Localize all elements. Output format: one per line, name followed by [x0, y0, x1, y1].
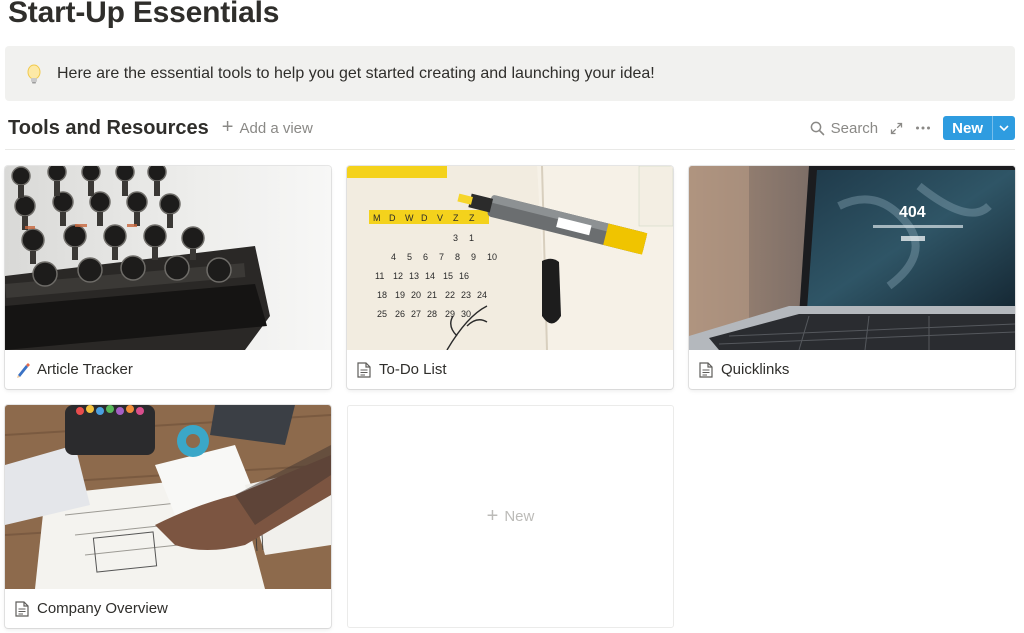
database-header: Tools and Resources + Add a view Search … — [8, 113, 1015, 143]
gallery-card-article-tracker[interactable]: Article Tracker — [5, 166, 331, 389]
svg-text:26: 26 — [395, 309, 405, 319]
svg-text:30: 30 — [461, 309, 471, 319]
header-divider — [5, 149, 1015, 150]
svg-text:11: 11 — [375, 271, 384, 281]
card-title-row: Company Overview — [15, 589, 168, 628]
card-cover-image — [5, 405, 331, 589]
callout[interactable]: Here are the essential tools to help you… — [5, 46, 1015, 101]
svg-text:29: 29 — [445, 309, 455, 319]
lightbulb-icon — [27, 64, 41, 83]
svg-text:D: D — [389, 213, 396, 223]
svg-text:28: 28 — [427, 309, 437, 319]
svg-text:3: 3 — [453, 233, 458, 243]
svg-text:D: D — [421, 213, 428, 223]
card-title-row: Article Tracker — [15, 350, 133, 389]
gallery-card-company-overview[interactable]: Company Overview — [5, 405, 331, 628]
svg-text:23: 23 — [461, 290, 471, 300]
plus-icon: + — [486, 504, 499, 527]
svg-text:V: V — [437, 213, 443, 223]
pen-icon — [15, 362, 31, 378]
svg-text:Z: Z — [469, 213, 475, 223]
new-button[interactable]: New — [943, 116, 1015, 140]
card-cover-image: MDWDVZZ 13 4 5 6 7 8 9 10 11 12 13 14 15 16 18 19 20 2… — [347, 166, 673, 350]
svg-text:16: 16 — [459, 271, 469, 281]
add-view-label: Add a view — [239, 119, 313, 137]
svg-text:M: M — [373, 213, 381, 223]
new-dropdown-button[interactable] — [992, 116, 1015, 140]
page-icon — [699, 361, 715, 378]
svg-text:Z: Z — [453, 213, 459, 223]
search-icon — [810, 121, 824, 135]
card-title-row: Quicklinks — [699, 350, 789, 389]
svg-text:6: 6 — [423, 252, 428, 262]
more-icon — [916, 126, 931, 130]
svg-text:7: 7 — [439, 252, 444, 262]
chevron-down-icon — [999, 125, 1009, 131]
svg-text:13: 13 — [409, 271, 419, 281]
svg-text:5: 5 — [407, 252, 412, 262]
svg-text:8: 8 — [455, 252, 460, 262]
card-title: To-Do List — [379, 361, 447, 378]
add-view-button[interactable]: + Add a view — [221, 116, 313, 138]
svg-text:19: 19 — [395, 290, 405, 300]
error-code-text: 404 — [899, 204, 926, 221]
card-title-row: To-Do List — [357, 350, 447, 389]
card-cover-image: 404 — [689, 166, 1015, 350]
database-title[interactable]: Tools and Resources — [8, 117, 209, 140]
svg-text:9: 9 — [471, 252, 476, 262]
card-cover-image — [5, 166, 331, 350]
svg-text:25: 25 — [377, 309, 387, 319]
svg-text:18: 18 — [377, 290, 387, 300]
svg-text:14: 14 — [425, 271, 435, 281]
card-title: Article Tracker — [37, 361, 133, 378]
svg-text:20: 20 — [411, 290, 421, 300]
page-title[interactable]: Start-Up Essentials — [8, 0, 279, 30]
svg-text:24: 24 — [477, 290, 487, 300]
svg-text:12: 12 — [393, 271, 403, 281]
card-title: Quicklinks — [721, 361, 790, 378]
expand-button[interactable] — [890, 122, 903, 135]
svg-text:10: 10 — [487, 252, 497, 262]
search-button[interactable]: Search — [810, 119, 879, 137]
search-label: Search — [830, 119, 879, 137]
plus-icon: + — [221, 116, 234, 138]
gallery-card-quicklinks[interactable]: 404 Quicklinks — [689, 166, 1015, 389]
page-icon — [357, 361, 373, 378]
expand-icon — [891, 122, 903, 134]
svg-text:21: 21 — [427, 290, 437, 300]
svg-text:22: 22 — [445, 290, 455, 300]
svg-text:W: W — [405, 213, 414, 223]
svg-text:1: 1 — [469, 233, 474, 243]
gallery-new-card[interactable]: + New — [347, 405, 674, 628]
svg-text:15: 15 — [443, 271, 453, 281]
new-button-label: New — [952, 119, 983, 137]
callout-text: Here are the essential tools to help you… — [57, 64, 655, 82]
gallery-card-to-do-list[interactable]: MDWDVZZ 13 4 5 6 7 8 9 10 11 12 13 14 15 16 18 19 20 2… — [347, 166, 673, 389]
page-icon — [15, 600, 31, 617]
more-options-button[interactable] — [915, 125, 931, 131]
card-title: Company Overview — [37, 600, 168, 617]
svg-text:4: 4 — [391, 252, 396, 262]
new-card-label: New — [504, 508, 535, 525]
svg-text:27: 27 — [411, 309, 421, 319]
